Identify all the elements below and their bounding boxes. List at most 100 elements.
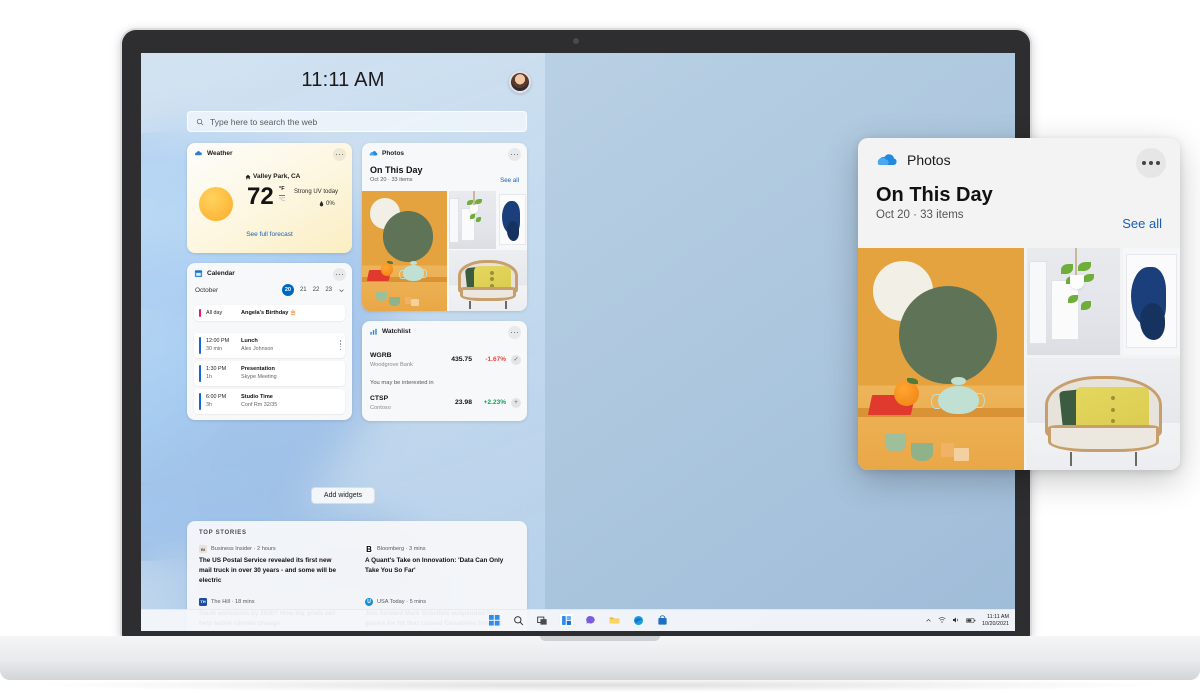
news-headline: A Quant's Take on Innovation: 'Data Can … bbox=[365, 557, 504, 574]
the-hill-logo-icon: TH bbox=[199, 597, 207, 606]
start-button[interactable] bbox=[487, 613, 502, 628]
event-subtitle: Alex Johnson bbox=[241, 346, 274, 353]
widgets-search-bar[interactable]: Type here to search the web bbox=[187, 111, 527, 132]
floating-card-see-all-link[interactable]: See all bbox=[1122, 216, 1162, 231]
weather-temperature: 72 bbox=[247, 183, 274, 210]
calendar-event-2[interactable]: 1:30 PM 1h Presentation Skype Meeting bbox=[194, 361, 345, 386]
event-time: 6:00 PM 3h bbox=[206, 393, 236, 409]
event-time: 1:30 PM 1h bbox=[206, 365, 236, 381]
photos-thumbnail-grid bbox=[362, 191, 527, 311]
photos-more-options-icon[interactable] bbox=[508, 148, 521, 161]
photos-title: On This Day bbox=[370, 165, 423, 175]
photo-thumbnail-still-life[interactable] bbox=[362, 191, 448, 311]
calendar-date-strip[interactable]: 20 21 22 23 bbox=[281, 284, 345, 296]
stock-plus-icon[interactable]: + bbox=[511, 397, 521, 408]
widgets-panel: 11:11 AM Type here to search the web Wea… bbox=[141, 53, 545, 631]
calendar-event-1[interactable]: 12:00 PM 30 min Lunch Alex Johnson bbox=[194, 333, 345, 358]
watchlist-widget[interactable]: Watchlist WGRB Woodgrove Bank 435.75 -1.… bbox=[362, 321, 527, 421]
watchlist-row-wgrb[interactable]: WGRB Woodgrove Bank 435.75 -1.67% ✓ bbox=[370, 351, 521, 369]
event-time-label: 1:30 PM bbox=[206, 366, 227, 372]
calendar-more-options-icon[interactable] bbox=[333, 268, 346, 281]
floating-card-header: Photos bbox=[858, 138, 1180, 178]
news-source-label: The Hill · 18 mins bbox=[211, 598, 255, 605]
news-source: U USA Today · 5 mins bbox=[365, 597, 509, 606]
stock-change: +2.23% bbox=[483, 399, 506, 407]
edge-icon[interactable] bbox=[631, 613, 646, 628]
photos-see-all-link[interactable]: See all bbox=[500, 177, 519, 184]
file-explorer-icon[interactable] bbox=[607, 613, 622, 628]
widgets-icon[interactable] bbox=[558, 613, 574, 628]
calendar-widget[interactable]: Calendar October 20 21 22 23 All day Ang… bbox=[187, 263, 352, 420]
task-view-icon[interactable] bbox=[535, 613, 550, 628]
weather-more-options-icon[interactable] bbox=[333, 148, 346, 161]
event-duration: 30 min bbox=[206, 346, 223, 353]
store-icon[interactable] bbox=[655, 613, 670, 628]
stock-check-icon[interactable]: ✓ bbox=[511, 354, 521, 365]
news-story-1[interactable]: B Bloomberg · 3 mins A Quant's Take on I… bbox=[365, 545, 509, 586]
battery-icon[interactable] bbox=[966, 617, 976, 626]
taskbar-date: 10/20/2021 bbox=[982, 621, 1009, 627]
search-icon bbox=[196, 118, 204, 125]
watchlist-widget-title: Watchlist bbox=[382, 328, 411, 335]
wifi-icon[interactable] bbox=[938, 616, 946, 626]
event-title: Presentation bbox=[241, 366, 275, 372]
photo-still-life[interactable] bbox=[858, 248, 1024, 470]
floating-card-more-options-icon[interactable] bbox=[1136, 148, 1166, 178]
weather-units: °F °C bbox=[279, 186, 286, 205]
watchlist-more-options-icon[interactable] bbox=[508, 326, 521, 339]
speaker-icon[interactable] bbox=[952, 616, 960, 626]
stock-symbol: CTSP bbox=[370, 395, 389, 402]
calendar-date-20[interactable]: 20 bbox=[281, 284, 294, 296]
photos-floating-card[interactable]: Photos On This Day Oct 20 · 33 items See… bbox=[858, 138, 1180, 470]
photo-hanging-plant[interactable] bbox=[1026, 248, 1120, 355]
taskbar: 11:11 AM 10/20/2021 bbox=[141, 609, 1015, 631]
event-more-options-icon[interactable] bbox=[339, 340, 341, 351]
photo-right-column bbox=[1026, 248, 1180, 470]
photo-thumbnail-rattan-chair[interactable] bbox=[448, 250, 527, 311]
photo-thumbnail-blue-art[interactable] bbox=[497, 191, 527, 249]
stock-company: Contoso bbox=[370, 404, 391, 411]
event-details: Presentation Skype Meeting bbox=[241, 365, 277, 382]
weather-widget[interactable]: Weather Valley Park, CA 72 °F °C Strong … bbox=[187, 143, 352, 253]
chat-icon[interactable] bbox=[583, 613, 598, 628]
bloomberg-logo-icon: B bbox=[365, 544, 373, 554]
chevron-up-icon[interactable] bbox=[925, 617, 932, 626]
floating-card-photo-grid bbox=[858, 248, 1180, 470]
weather-precipitation-value: 0% bbox=[326, 201, 335, 207]
taskbar-icons bbox=[487, 613, 670, 628]
laptop-shadow bbox=[40, 678, 1160, 692]
calendar-widget-header: Calendar bbox=[187, 263, 352, 281]
photos-widget[interactable]: Photos On This Day Oct 20 · 33 items See… bbox=[362, 143, 527, 311]
event-color-bar bbox=[199, 393, 201, 410]
usa-today-logo-icon: U bbox=[365, 597, 373, 606]
onedrive-cloud-icon bbox=[877, 154, 897, 165]
weather-unit-f[interactable]: °F bbox=[279, 186, 286, 196]
calendar-event-3[interactable]: 6:00 PM 3h Studio Time Conf Rm 32/35 bbox=[194, 389, 345, 414]
raindrop-icon bbox=[319, 201, 324, 207]
news-story-0[interactable]: BI Business Insider · 2 hours The US Pos… bbox=[199, 545, 343, 586]
top-stories-heading: TOP STORIES bbox=[199, 530, 247, 536]
calendar-date-21[interactable]: 21 bbox=[300, 287, 307, 293]
add-widgets-button[interactable]: Add widgets bbox=[310, 487, 376, 504]
floating-card-title: On This Day bbox=[876, 184, 993, 206]
taskbar-clock[interactable]: 11:11 AM 10/20/2021 bbox=[982, 614, 1009, 628]
photo-rattan-chair[interactable] bbox=[1026, 357, 1180, 470]
photo-thumbnail-hanging-plant[interactable] bbox=[448, 191, 497, 249]
photo-blue-abstract-art[interactable] bbox=[1122, 248, 1180, 355]
weather-precipitation: 0% bbox=[319, 201, 335, 207]
watchlist-row-ctsp[interactable]: CTSP Contoso 23.98 +2.23% + bbox=[370, 394, 521, 412]
user-avatar[interactable] bbox=[509, 71, 531, 93]
weather-unit-c[interactable]: °C bbox=[279, 196, 285, 205]
calendar-date-22[interactable]: 22 bbox=[313, 287, 320, 293]
stock-identity: WGRB Woodgrove Bank bbox=[370, 351, 413, 369]
calendar-date-23[interactable]: 23 bbox=[325, 287, 332, 293]
taskbar-search-icon[interactable] bbox=[511, 613, 526, 628]
weather-forecast-link[interactable]: See full forecast bbox=[187, 231, 352, 238]
event-time: All day bbox=[206, 309, 236, 317]
widget-grid: Weather Valley Park, CA 72 °F °C Strong … bbox=[187, 143, 527, 431]
event-time-label: 6:00 PM bbox=[206, 394, 227, 400]
calendar-event-0[interactable]: All day Angela's Birthday 🎂 bbox=[194, 305, 345, 322]
event-subtitle: Skype Meeting bbox=[241, 374, 277, 381]
chevron-down-icon[interactable] bbox=[338, 287, 345, 294]
home-icon bbox=[245, 174, 251, 179]
